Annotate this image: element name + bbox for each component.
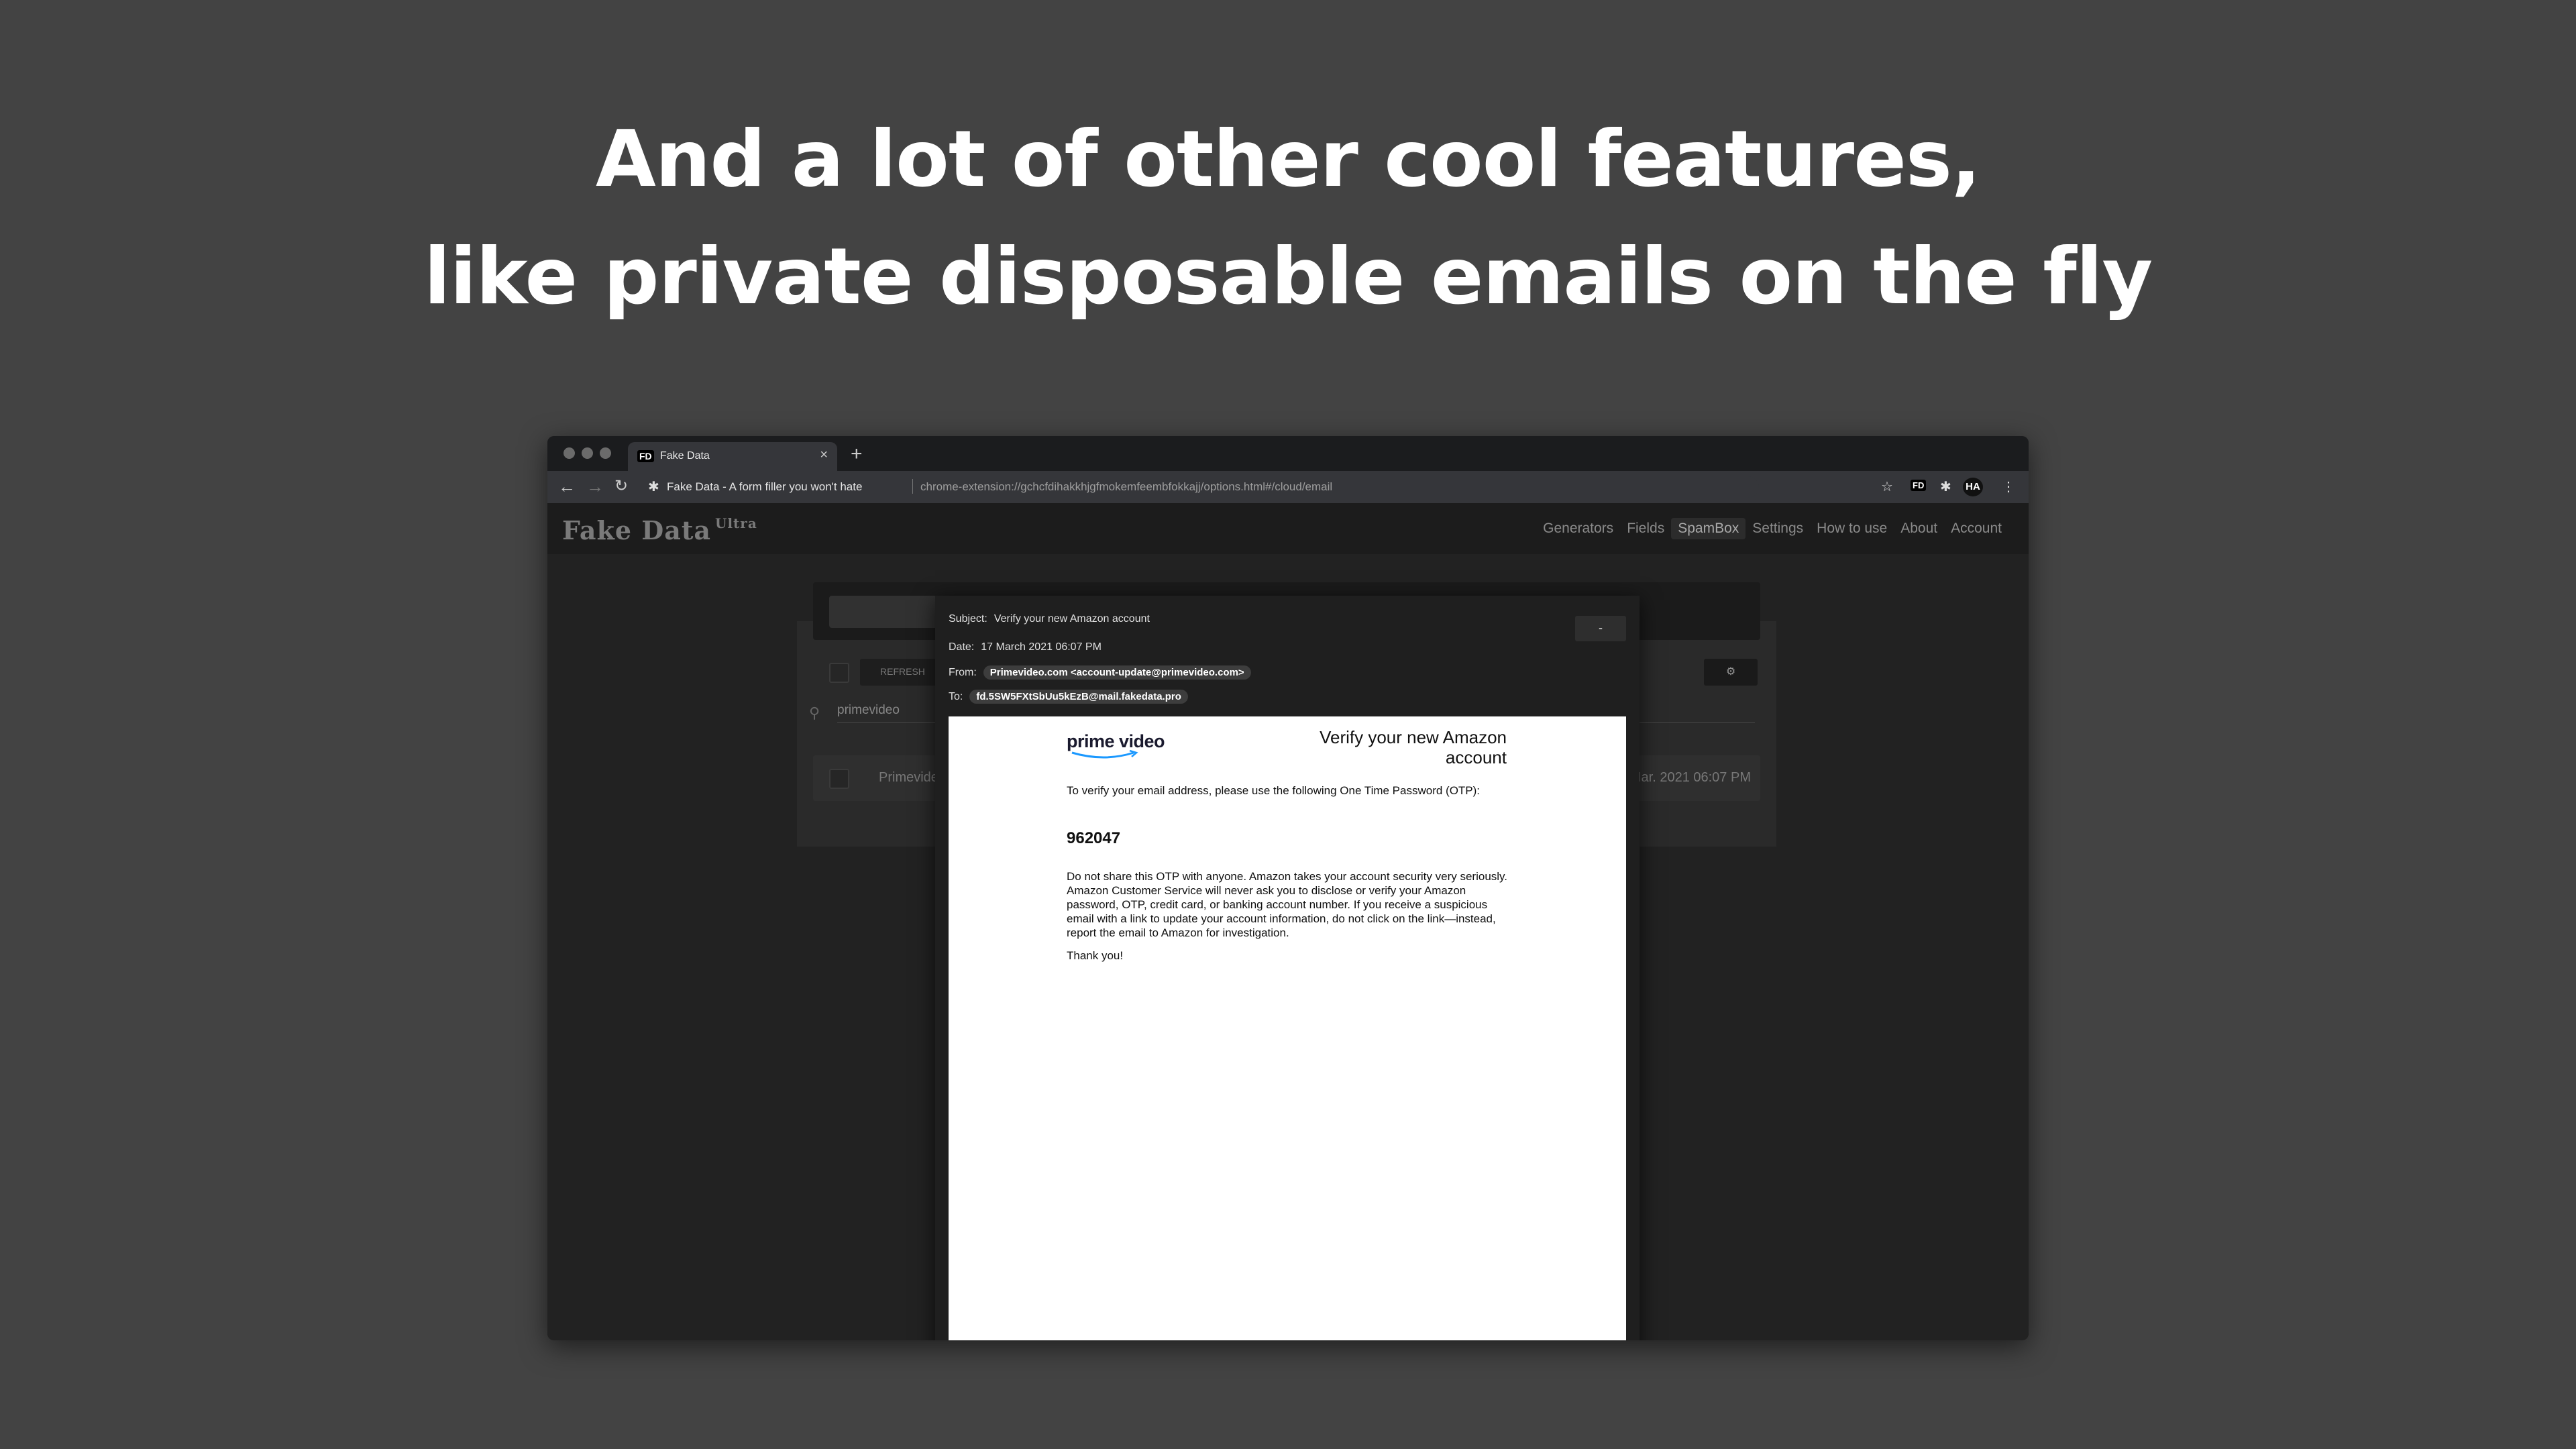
tab-title: Fake Data bbox=[660, 450, 710, 462]
puzzle-icon: ✱ bbox=[648, 480, 659, 494]
email-body: prime video Verify your new Amazon accou… bbox=[949, 716, 1626, 1340]
star-icon[interactable]: ☆ bbox=[1881, 478, 1893, 495]
email-viewer-modal: Subject: Verify your new Amazon account -… bbox=[935, 596, 1640, 1340]
new-tab-icon[interactable]: + bbox=[851, 443, 863, 466]
window-minimize-dot[interactable] bbox=[582, 447, 593, 459]
browser-toolbar: ← → ↻ ✱ Fake Data - A form filler you wo… bbox=[547, 471, 2029, 503]
window-close-dot[interactable] bbox=[564, 447, 575, 459]
extensions-puzzle-icon[interactable]: ✱ bbox=[1940, 478, 1951, 495]
browser-tab[interactable]: FD Fake Data × bbox=[628, 442, 837, 471]
address-separator bbox=[912, 479, 913, 494]
search-icon: ⚲ bbox=[809, 704, 820, 721]
browser-window: FD Fake Data × + ← → ↻ ✱ Fake Data - A f… bbox=[547, 436, 2029, 1340]
search-input[interactable]: primevideo bbox=[837, 703, 900, 718]
nav-spambox[interactable]: SpamBox bbox=[1671, 518, 1746, 539]
main-nav: Generators Fields SpamBox Settings How t… bbox=[1536, 518, 2008, 539]
gear-icon[interactable]: ⚙ bbox=[1704, 659, 1758, 686]
nav-how-to-use[interactable]: How to use bbox=[1810, 518, 1894, 539]
tab-close-icon[interactable]: × bbox=[820, 447, 828, 463]
nav-generators[interactable]: Generators bbox=[1536, 518, 1620, 539]
subject-row: Subject: Verify your new Amazon account bbox=[949, 613, 1150, 625]
nav-about[interactable]: About bbox=[1894, 518, 1944, 539]
app-logo[interactable]: Fake Data Ultra bbox=[562, 515, 757, 545]
email-intro: To verify your email address, please use… bbox=[1067, 784, 1481, 797]
nav-fields[interactable]: Fields bbox=[1620, 518, 1671, 539]
to-label: To: bbox=[949, 691, 963, 702]
profile-avatar[interactable]: HA bbox=[1963, 478, 1983, 496]
tab-strip: FD Fake Data × + bbox=[547, 436, 2029, 471]
url-text: chrome-extension://gchcfdihakkhjgfmokemf… bbox=[920, 480, 1333, 493]
otp-code: 962047 bbox=[1067, 829, 1121, 847]
site-name: Fake Data - A form filler you won't hate bbox=[667, 480, 863, 493]
from-row: From: Primevideo.com <account-update@prim… bbox=[949, 665, 1251, 680]
refresh-label: REFRESH bbox=[880, 666, 925, 677]
date-label: Date: bbox=[949, 641, 975, 653]
email-warning: Do not share this OTP with anyone. Amazo… bbox=[1067, 870, 1508, 939]
fake-data-extension-icon[interactable]: FD bbox=[1911, 480, 1927, 491]
from-value: Primevideo.com <account-update@primevide… bbox=[983, 665, 1251, 680]
row-checkbox[interactable] bbox=[829, 769, 849, 789]
to-value: fd.5SW5FXtSbUu5kEzB@mail.fakedata.pro bbox=[969, 690, 1188, 704]
to-row: To: fd.5SW5FXtSbUu5kEzB@mail.fakedata.pro bbox=[949, 690, 1188, 704]
forward-arrow-icon[interactable]: → bbox=[586, 476, 604, 497]
back-arrow-icon[interactable]: ← bbox=[558, 476, 576, 497]
kebab-menu-icon[interactable]: ⋮ bbox=[2002, 478, 2015, 495]
email-signoff: Thank you! bbox=[1067, 949, 1124, 962]
date-row: Date: 17 March 2021 06:07 PM bbox=[949, 641, 1102, 653]
window-maximize-dot[interactable] bbox=[600, 447, 611, 459]
refresh-button[interactable]: REFRESH bbox=[860, 659, 941, 686]
reload-icon[interactable]: ↻ bbox=[614, 476, 628, 496]
from-label: From: bbox=[949, 667, 977, 678]
date-value: 17 March 2021 06:07 PM bbox=[981, 641, 1102, 653]
logo-suffix: Ultra bbox=[715, 515, 757, 531]
subject-value: Verify your new Amazon account bbox=[994, 613, 1150, 625]
nav-account[interactable]: Account bbox=[1944, 518, 2008, 539]
address-bar[interactable]: ✱ Fake Data - A form filler you won't ha… bbox=[648, 476, 1759, 498]
collapse-button[interactable]: - bbox=[1575, 616, 1626, 641]
prime-video-logo: prime video bbox=[1067, 731, 1165, 751]
subject-label: Subject: bbox=[949, 613, 987, 625]
logo-text: Fake Data bbox=[562, 515, 712, 545]
nav-settings[interactable]: Settings bbox=[1746, 518, 1810, 539]
select-all-checkbox[interactable] bbox=[829, 663, 849, 683]
extension-page: Fake Data Ultra Generators Fields SpamBox… bbox=[547, 503, 2029, 1340]
email-heading: Verify your new Amazon account bbox=[1320, 727, 1507, 767]
tab-favicon: FD bbox=[637, 450, 654, 462]
headline-line-1: And a lot of other cool features, bbox=[595, 114, 1981, 205]
app-header: Fake Data Ultra Generators Fields SpamBox… bbox=[547, 503, 2029, 554]
amazon-smile-icon bbox=[1071, 750, 1138, 759]
headline-line-2: like private disposable emails on the fl… bbox=[423, 231, 2153, 322]
